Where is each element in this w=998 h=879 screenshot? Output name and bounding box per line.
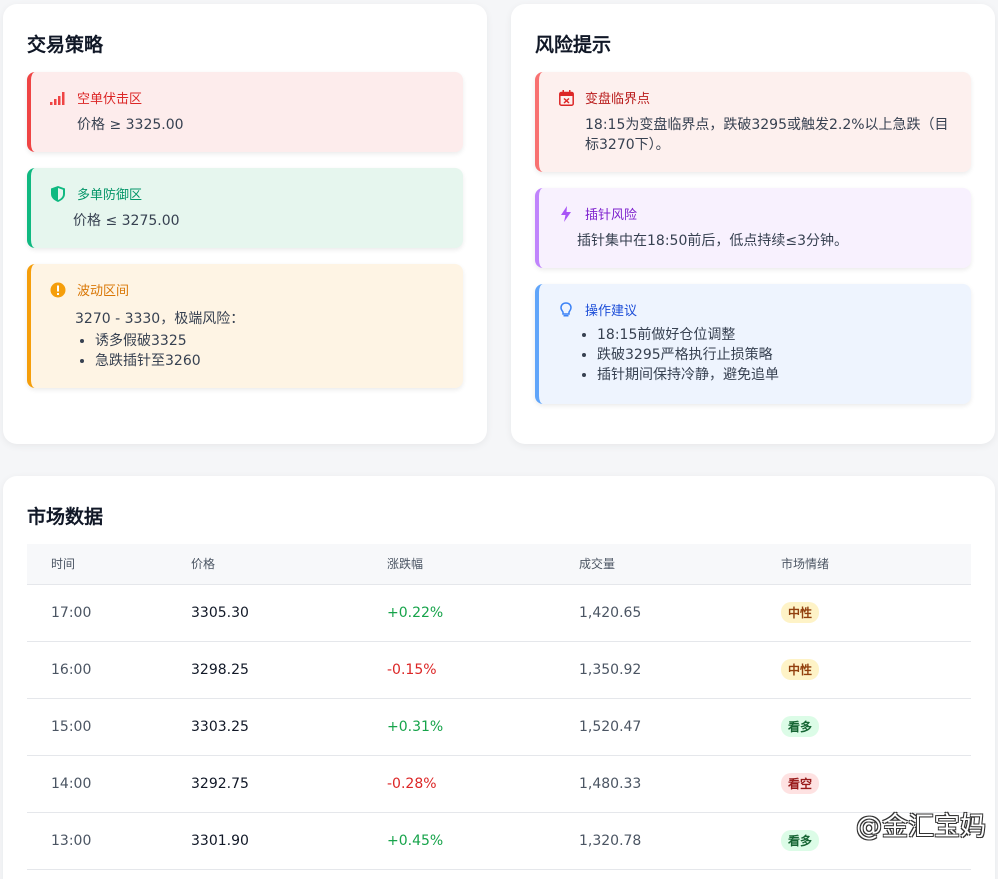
market-card: 市场数据 时间 价格 涨跌幅 成交量 市场情绪 17:00 3305.30 +0… xyxy=(3,476,995,879)
lightning-icon xyxy=(557,205,575,223)
cell-time: 15:00 xyxy=(27,698,191,756)
long-zone-label: 多单防御区 xyxy=(77,188,143,203)
sentiment-badge: 看多 xyxy=(781,716,820,737)
list-item: 18:15前做好仓位调整 xyxy=(597,325,955,345)
turning-point-label: 变盘临界点 xyxy=(585,92,651,107)
table-row: 17:00 3305.30 +0.22% 1,420.65 中性 xyxy=(27,584,971,642)
cell-sentiment: 看空 xyxy=(781,755,971,813)
turning-point-alert: 变盘临界点 18:15为变盘临界点，跌破3295或触发2.2%以上急跌（目标32… xyxy=(535,72,971,172)
header-price: 价格 xyxy=(191,544,387,585)
cell-price: 3292.75 xyxy=(191,755,387,813)
list-item: 插针期间保持冷静，避免追单 xyxy=(597,365,955,385)
cell-price: 3303.25 xyxy=(191,698,387,756)
cell-change: +0.31% xyxy=(387,698,579,756)
header-time: 时间 xyxy=(27,544,191,585)
table-row: 16:00 3298.25 -0.15% 1,350.92 中性 xyxy=(27,641,971,699)
cell-time: 16:00 xyxy=(27,641,191,699)
cell-sentiment: 中性 xyxy=(781,584,971,642)
list-item: 跌破3295严格执行止损策略 xyxy=(597,345,955,365)
risk-card: 风险提示 变盘临界点 18:15为变盘临界点，跌破3295或触发2.2%以上急跌… xyxy=(511,4,995,444)
spike-risk-label: 插针风险 xyxy=(585,208,638,223)
cell-time: 14:00 xyxy=(27,755,191,813)
table-row: 14:00 3292.75 -0.28% 1,480.33 看空 xyxy=(27,755,971,813)
header-change: 涨跌幅 xyxy=(387,544,579,585)
turning-point-text: 18:15为变盘临界点，跌破3295或触发2.2%以上急跌（目标3270下）。 xyxy=(585,117,949,153)
market-table: 时间 价格 涨跌幅 成交量 市场情绪 17:00 3305.30 +0.22% … xyxy=(27,544,971,870)
advice-label: 操作建议 xyxy=(585,304,638,319)
cell-volume: 1,320.78 xyxy=(579,812,781,870)
exclamation-circle-icon xyxy=(49,281,67,299)
cell-time: 13:00 xyxy=(27,812,191,870)
signal-bars-icon xyxy=(49,89,67,107)
cell-sentiment: 看多 xyxy=(781,698,971,756)
header-sentiment: 市场情绪 xyxy=(781,544,971,585)
cell-time: 17:00 xyxy=(27,584,191,642)
spike-risk-alert: 插针风险 插针集中在18:50前后，低点持续≤3分钟。 xyxy=(535,188,971,268)
calendar-x-icon xyxy=(557,89,575,107)
strategy-title: 交易策略 xyxy=(27,34,104,56)
short-zone-label: 空单伏击区 xyxy=(77,92,143,107)
sentiment-badge: 中性 xyxy=(781,659,820,680)
sentiment-badge: 看空 xyxy=(781,773,820,794)
cell-sentiment: 中性 xyxy=(781,641,971,699)
cell-change: -0.28% xyxy=(387,755,579,813)
cell-volume: 1,350.92 xyxy=(579,641,781,699)
advice-alert: 操作建议 18:15前做好仓位调整 跌破3295严格执行止损策略 插针期间保持冷… xyxy=(535,284,971,404)
sentiment-badge: 中性 xyxy=(781,602,820,623)
long-zone-text: 价格 ≤ 3275.00 xyxy=(73,213,180,229)
sentiment-badge: 看多 xyxy=(781,830,820,851)
cell-volume: 1,420.65 xyxy=(579,584,781,642)
short-zone-text: 价格 ≥ 3325.00 xyxy=(77,117,184,133)
risk-title: 风险提示 xyxy=(535,34,612,56)
cell-price: 3301.90 xyxy=(191,812,387,870)
strategy-card: 交易策略 空单伏击区 价格 ≥ 3325.00 多单防御区 价格 ≤ 3275.… xyxy=(3,4,487,444)
shield-icon xyxy=(49,185,67,203)
range-risk-list: 诱多假破3325 急跌插针至3260 xyxy=(75,331,447,371)
cell-change: +0.45% xyxy=(387,812,579,870)
cell-price: 3305.30 xyxy=(191,584,387,642)
market-title: 市场数据 xyxy=(27,506,104,528)
short-zone-alert: 空单伏击区 价格 ≥ 3325.00 xyxy=(27,72,463,152)
cell-change: -0.15% xyxy=(387,641,579,699)
advice-list: 18:15前做好仓位调整 跌破3295严格执行止损策略 插针期间保持冷静，避免追… xyxy=(577,325,955,385)
spike-risk-text: 插针集中在18:50前后，低点持续≤3分钟。 xyxy=(577,233,848,249)
range-alert: 波动区间 3270 - 3330，极端风险： 诱多假破3325 急跌插针至326… xyxy=(27,264,463,388)
table-row: 13:00 3301.90 +0.45% 1,320.78 看多 xyxy=(27,812,971,870)
cell-volume: 1,520.47 xyxy=(579,698,781,756)
cell-price: 3298.25 xyxy=(191,641,387,699)
list-item: 诱多假破3325 xyxy=(95,331,447,351)
lightbulb-icon xyxy=(557,301,575,319)
table-row: 15:00 3303.25 +0.31% 1,520.47 看多 xyxy=(27,698,971,756)
watermark: @金汇宝妈 xyxy=(855,812,986,842)
range-text: 3270 - 3330，极端风险： xyxy=(75,311,245,327)
list-item: 急跌插针至3260 xyxy=(95,351,447,371)
table-header-row: 时间 价格 涨跌幅 成交量 市场情绪 xyxy=(27,544,971,585)
long-zone-alert: 多单防御区 价格 ≤ 3275.00 xyxy=(27,168,463,248)
header-volume: 成交量 xyxy=(579,544,781,585)
cell-change: +0.22% xyxy=(387,584,579,642)
cell-volume: 1,480.33 xyxy=(579,755,781,813)
range-label: 波动区间 xyxy=(77,284,130,299)
